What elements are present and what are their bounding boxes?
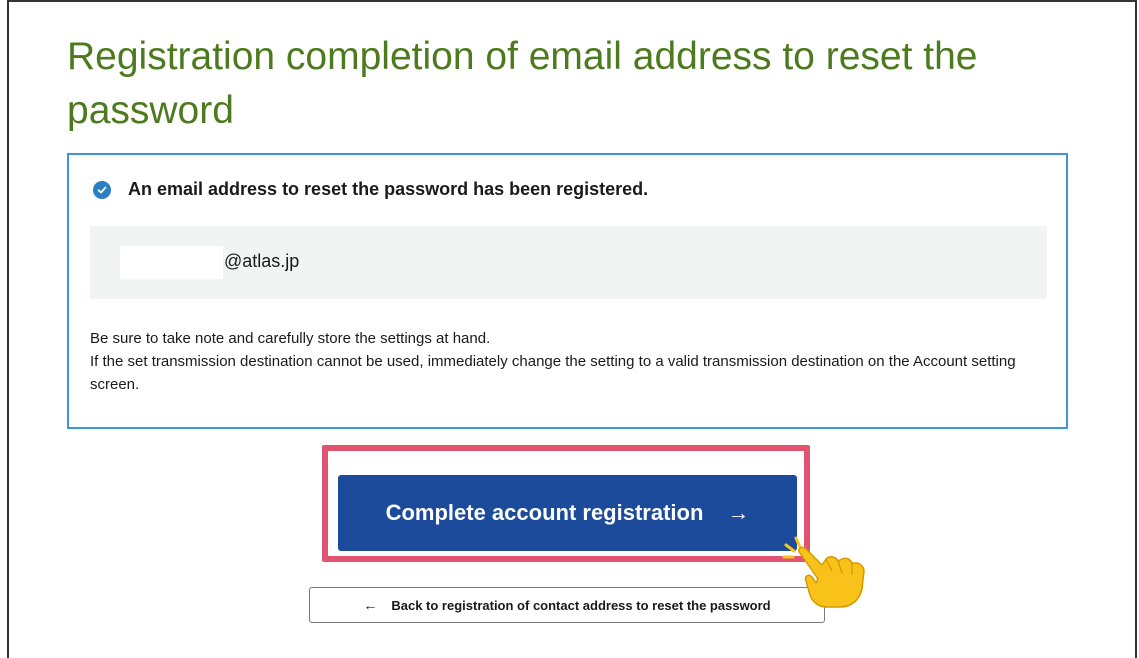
email-value: @atlas.jp — [224, 251, 300, 271]
primary-button-label: Complete account registration — [385, 500, 704, 525]
note-line-1: Be sure to take note and carefully store… — [90, 330, 491, 347]
back-to-registration-button[interactable]: ← Back to registration of contact addres… — [309, 587, 825, 623]
secondary-button-label: Back to registration of contact address … — [391, 597, 771, 613]
check-circle-icon — [93, 180, 111, 199]
page-title: Registration completion of email address… — [67, 35, 978, 132]
success-row: An email address to reset the password h… — [93, 179, 648, 200]
email-redaction — [120, 246, 223, 279]
arrow-right-icon: → — [727, 500, 750, 525]
pointing-hand-icon — [782, 536, 865, 608]
note-text: Be sure to take note and carefully store… — [90, 327, 1030, 396]
success-message: An email address to reset the password h… — [128, 179, 649, 199]
email-display-box: @atlas.jp — [90, 226, 1047, 299]
complete-account-registration-button[interactable]: Complete account registration → — [338, 475, 797, 551]
note-line-2: If the set transmission destination cann… — [90, 353, 1016, 393]
success-panel: An email address to reset the password h… — [67, 153, 1068, 429]
arrow-left-icon: ← — [363, 597, 378, 613]
